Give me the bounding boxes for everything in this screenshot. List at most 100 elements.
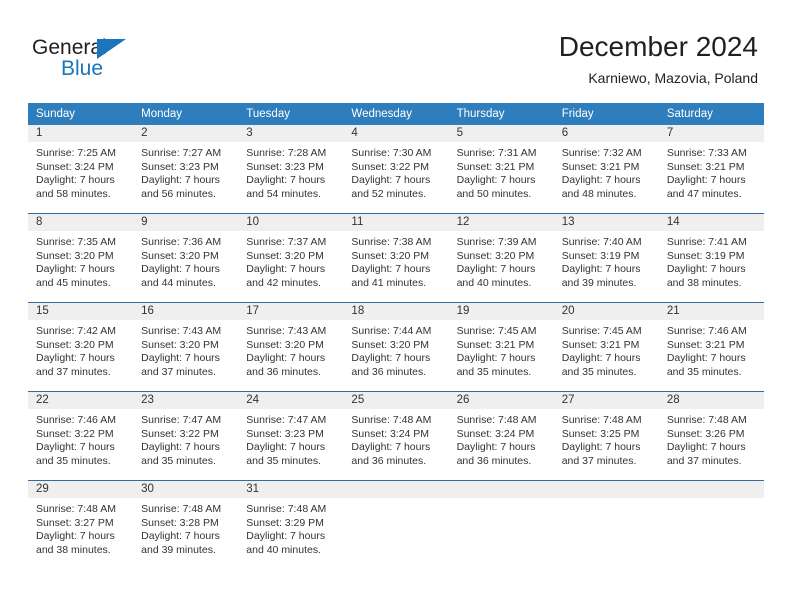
day-details: Sunrise: 7:39 AM Sunset: 3:20 PM Daylight:… bbox=[448, 231, 554, 302]
sunset-text: Sunset: 3:24 PM bbox=[456, 427, 535, 440]
sunset-text: Sunset: 3:27 PM bbox=[36, 516, 114, 529]
day-details: Sunrise: 7:42 AM Sunset: 3:20 PM Daylight:… bbox=[28, 320, 134, 391]
day-cell[interactable]: 5 Sunrise: 7:31 AM Sunset: 3:21 PM Daylight… bbox=[448, 125, 554, 213]
daylight-text-line2: and 41 minutes. bbox=[351, 276, 427, 289]
sunset-text: Sunset: 3:22 PM bbox=[141, 427, 219, 440]
daylight-text-line2: and 35 minutes. bbox=[456, 365, 532, 378]
daylight-text-line1: Daylight: 7 hours bbox=[246, 263, 326, 276]
daylight-text-line1: Daylight: 7 hours bbox=[351, 352, 431, 365]
day-number: 6 bbox=[553, 125, 659, 142]
sunset-text: Sunset: 3:20 PM bbox=[36, 249, 114, 262]
day-details: Sunrise: 7:38 AM Sunset: 3:20 PM Daylight:… bbox=[343, 231, 449, 302]
weekday-thursday: Thursday bbox=[456, 108, 505, 120]
daylight-text-line2: and 35 minutes. bbox=[561, 365, 637, 378]
day-cell-empty bbox=[343, 481, 449, 569]
sunset-text: Sunset: 3:21 PM bbox=[666, 338, 745, 351]
daylight-text-line1: Daylight: 7 hours bbox=[351, 441, 431, 454]
day-cell[interactable]: 8 Sunrise: 7:35 AM Sunset: 3:20 PM Daylight… bbox=[28, 214, 134, 302]
day-cell[interactable]: 31 Sunrise: 7:48 AM Sunset: 3:29 PM Dayligh… bbox=[238, 481, 344, 569]
sunrise-text: Sunrise: 7:48 AM bbox=[561, 414, 642, 426]
day-cell[interactable]: 2 Sunrise: 7:27 AM Sunset: 3:23 PM Daylight… bbox=[133, 125, 239, 213]
day-details: Sunrise: 7:47 AM Sunset: 3:22 PM Daylight:… bbox=[133, 409, 239, 480]
day-number: 11 bbox=[343, 214, 449, 231]
day-number: 22 bbox=[28, 392, 134, 409]
day-cell[interactable]: 19 Sunrise: 7:45 AM Sunset: 3:21 PM Dayligh… bbox=[448, 303, 554, 391]
daylight-text-line2: and 37 minutes. bbox=[141, 365, 216, 378]
sunrise-text: Sunrise: 7:36 AM bbox=[141, 236, 222, 248]
day-cell[interactable]: 22 Sunrise: 7:46 AM Sunset: 3:22 PM Dayligh… bbox=[28, 392, 134, 480]
day-cell[interactable]: 29 Sunrise: 7:48 AM Sunset: 3:27 PM Dayligh… bbox=[28, 481, 134, 569]
sunset-text: Sunset: 3:22 PM bbox=[36, 427, 114, 440]
day-cell[interactable]: 21 Sunrise: 7:46 AM Sunset: 3:21 PM Dayligh… bbox=[658, 303, 764, 391]
day-cell[interactable]: 10 Sunrise: 7:37 AM Sunset: 3:20 PM Dayligh… bbox=[238, 214, 344, 302]
daylight-text-line2: and 44 minutes. bbox=[141, 276, 216, 289]
daylight-text-line2: and 36 minutes. bbox=[351, 365, 427, 378]
daylight-text-line2: and 50 minutes. bbox=[456, 187, 532, 200]
day-cell[interactable]: 13 Sunrise: 7:40 AM Sunset: 3:19 PM Dayligh… bbox=[553, 214, 659, 302]
day-cell[interactable]: 25 Sunrise: 7:48 AM Sunset: 3:24 PM Dayligh… bbox=[343, 392, 449, 480]
day-cell[interactable]: 12 Sunrise: 7:39 AM Sunset: 3:20 PM Dayligh… bbox=[448, 214, 554, 302]
sunrise-text: Sunrise: 7:42 AM bbox=[36, 325, 116, 337]
daylight-text-line2: and 36 minutes. bbox=[246, 365, 321, 378]
daylight-text-line2: and 37 minutes. bbox=[36, 365, 111, 378]
day-cell[interactable]: 3 Sunrise: 7:28 AM Sunset: 3:23 PM Daylight… bbox=[238, 125, 344, 213]
day-cell[interactable]: 15 Sunrise: 7:42 AM Sunset: 3:20 PM Dayligh… bbox=[28, 303, 134, 391]
day-cell[interactable]: 30 Sunrise: 7:48 AM Sunset: 3:28 PM Dayligh… bbox=[133, 481, 239, 569]
day-details: Sunrise: 7:48 AM Sunset: 3:24 PM Daylight:… bbox=[448, 409, 554, 480]
sunrise-text: Sunrise: 7:25 AM bbox=[36, 147, 116, 159]
day-details: Sunrise: 7:25 AM Sunset: 3:24 PM Daylight:… bbox=[28, 142, 134, 213]
sunrise-text: Sunrise: 7:45 AM bbox=[561, 325, 642, 337]
day-cell[interactable]: 18 Sunrise: 7:44 AM Sunset: 3:20 PM Dayligh… bbox=[343, 303, 449, 391]
day-cell[interactable]: 14 Sunrise: 7:41 AM Sunset: 3:19 PM Dayligh… bbox=[658, 214, 764, 302]
logo-text-blue: Blue bbox=[61, 57, 104, 80]
day-cell[interactable]: 24 Sunrise: 7:47 AM Sunset: 3:23 PM Dayligh… bbox=[238, 392, 344, 480]
day-cell[interactable]: 17 Sunrise: 7:43 AM Sunset: 3:20 PM Dayligh… bbox=[238, 303, 344, 391]
sunrise-text: Sunrise: 7:48 AM bbox=[246, 503, 327, 515]
sunrise-text: Sunrise: 7:47 AM bbox=[141, 414, 222, 426]
sunset-text: Sunset: 3:21 PM bbox=[561, 160, 640, 173]
sunset-text: Sunset: 3:20 PM bbox=[246, 249, 324, 262]
page-header: General Blue December 2024 Karniewo, Maz… bbox=[0, 0, 792, 103]
sunset-text: Sunset: 3:24 PM bbox=[36, 160, 114, 173]
daylight-text-line2: and 35 minutes. bbox=[246, 454, 321, 467]
sunset-text: Sunset: 3:28 PM bbox=[141, 516, 219, 529]
day-cell[interactable]: 16 Sunrise: 7:43 AM Sunset: 3:20 PM Dayligh… bbox=[133, 303, 239, 391]
day-cell[interactable]: 9 Sunrise: 7:36 AM Sunset: 3:20 PM Daylight… bbox=[133, 214, 239, 302]
daylight-text-line2: and 38 minutes. bbox=[36, 543, 111, 556]
day-cell[interactable]: 7 Sunrise: 7:33 AM Sunset: 3:21 PM Daylight… bbox=[658, 125, 764, 213]
calendar-week-row: 29 Sunrise: 7:48 AM Sunset: 3:27 PM Dayligh… bbox=[28, 480, 764, 569]
daylight-text-line2: and 45 minutes. bbox=[36, 276, 111, 289]
daylight-text-line1: Daylight: 7 hours bbox=[561, 174, 641, 187]
day-number: 14 bbox=[658, 214, 764, 231]
sunset-text: Sunset: 3:21 PM bbox=[561, 338, 640, 351]
day-details bbox=[553, 498, 659, 569]
sunrise-text: Sunrise: 7:48 AM bbox=[456, 414, 537, 426]
day-cell[interactable]: 6 Sunrise: 7:32 AM Sunset: 3:21 PM Daylight… bbox=[553, 125, 659, 213]
daylight-text-line1: Daylight: 7 hours bbox=[666, 263, 746, 276]
daylight-text-line1: Daylight: 7 hours bbox=[351, 263, 431, 276]
day-number: 24 bbox=[238, 392, 344, 409]
weekday-saturday: Saturday bbox=[666, 108, 713, 120]
daylight-text-line2: and 37 minutes. bbox=[666, 454, 742, 467]
day-number: 18 bbox=[343, 303, 449, 320]
sunrise-text: Sunrise: 7:44 AM bbox=[351, 325, 432, 337]
day-cell[interactable]: 4 Sunrise: 7:30 AM Sunset: 3:22 PM Daylight… bbox=[343, 125, 449, 213]
day-cell[interactable]: 20 Sunrise: 7:45 AM Sunset: 3:21 PM Dayligh… bbox=[553, 303, 659, 391]
day-cell[interactable]: 1 Sunrise: 7:25 AM Sunset: 3:24 PM Daylight… bbox=[28, 125, 134, 213]
day-details: Sunrise: 7:48 AM Sunset: 3:25 PM Daylight:… bbox=[553, 409, 659, 480]
day-details: Sunrise: 7:43 AM Sunset: 3:20 PM Daylight:… bbox=[133, 320, 239, 391]
day-cell[interactable]: 26 Sunrise: 7:48 AM Sunset: 3:24 PM Dayligh… bbox=[448, 392, 554, 480]
daylight-text-line1: Daylight: 7 hours bbox=[36, 174, 115, 187]
sunrise-text: Sunrise: 7:43 AM bbox=[246, 325, 327, 337]
daylight-text-line1: Daylight: 7 hours bbox=[246, 352, 326, 365]
day-number bbox=[343, 481, 449, 498]
sunset-text: Sunset: 3:23 PM bbox=[246, 427, 324, 440]
daylight-text-line2: and 58 minutes. bbox=[36, 187, 111, 200]
day-cell[interactable]: 23 Sunrise: 7:47 AM Sunset: 3:22 PM Dayligh… bbox=[133, 392, 239, 480]
calendar-week-row: 15 Sunrise: 7:42 AM Sunset: 3:20 PM Dayligh… bbox=[28, 302, 764, 391]
day-cell[interactable]: 11 Sunrise: 7:38 AM Sunset: 3:20 PM Dayligh… bbox=[343, 214, 449, 302]
day-cell[interactable]: 27 Sunrise: 7:48 AM Sunset: 3:25 PM Dayligh… bbox=[553, 392, 659, 480]
day-details: Sunrise: 7:35 AM Sunset: 3:20 PM Daylight:… bbox=[28, 231, 134, 302]
day-cell[interactable]: 28 Sunrise: 7:48 AM Sunset: 3:26 PM Dayligh… bbox=[658, 392, 764, 480]
weekday-tuesday: Tuesday bbox=[246, 108, 290, 120]
